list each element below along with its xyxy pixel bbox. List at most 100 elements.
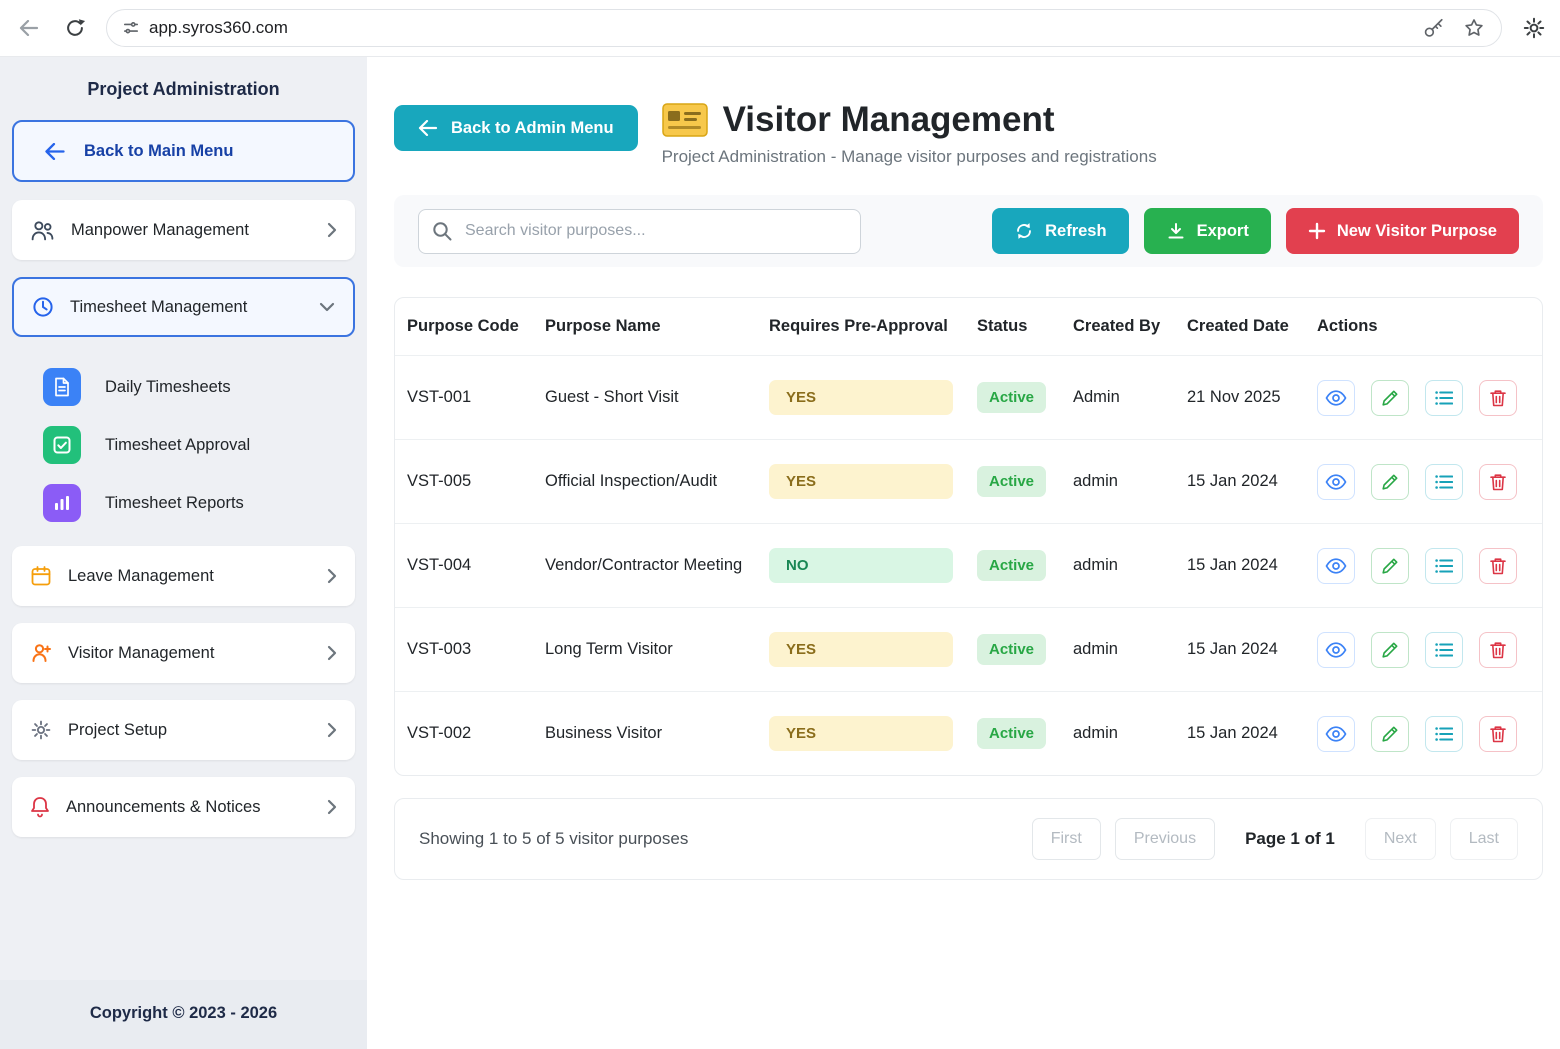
back-arrow-icon bbox=[44, 143, 66, 160]
back-to-admin-menu-button[interactable]: Back to Admin Menu bbox=[394, 105, 638, 151]
row-actions bbox=[1317, 632, 1530, 668]
table-row: VST-002 Business Visitor YES Active admi… bbox=[395, 691, 1542, 775]
export-button[interactable]: Export bbox=[1144, 208, 1271, 254]
sidebar-item-daily-timesheets[interactable]: Daily Timesheets bbox=[43, 358, 367, 416]
sidebar-item-timesheet-reports[interactable]: Timesheet Reports bbox=[43, 474, 367, 532]
chevron-right-icon bbox=[327, 568, 337, 584]
created-by-cell: admin bbox=[1073, 556, 1187, 575]
first-page-button[interactable]: First bbox=[1032, 818, 1101, 860]
details-list-button[interactable] bbox=[1425, 380, 1463, 416]
details-list-button[interactable] bbox=[1425, 716, 1463, 752]
sidebar-item-announcements-notices[interactable]: Announcements & Notices bbox=[12, 777, 355, 837]
purpose-name-cell: Business Visitor bbox=[545, 724, 769, 743]
search-icon bbox=[432, 221, 452, 241]
browser-menu-icon[interactable] bbox=[1522, 16, 1546, 40]
created-date-cell: 15 Jan 2024 bbox=[1187, 556, 1317, 575]
edit-button[interactable] bbox=[1371, 632, 1409, 668]
status-badge: Active bbox=[977, 634, 1046, 665]
sidebar-item-manpower-management[interactable]: Manpower Management bbox=[12, 200, 355, 260]
address-bar[interactable]: app.syros360.com bbox=[106, 9, 1502, 47]
view-button[interactable] bbox=[1317, 380, 1355, 416]
page-info: Page 1 of 1 bbox=[1245, 829, 1335, 849]
site-info-icon[interactable] bbox=[123, 20, 139, 36]
view-button[interactable] bbox=[1317, 548, 1355, 584]
row-actions bbox=[1317, 380, 1530, 416]
bell-icon bbox=[30, 796, 50, 818]
edit-button[interactable] bbox=[1371, 716, 1409, 752]
document-icon bbox=[43, 368, 81, 406]
delete-button[interactable] bbox=[1479, 632, 1517, 668]
export-label: Export bbox=[1197, 222, 1249, 241]
purpose-code-cell: VST-004 bbox=[407, 556, 545, 575]
browser-back-button[interactable] bbox=[14, 13, 44, 43]
trash-icon bbox=[1490, 389, 1506, 407]
view-button[interactable] bbox=[1317, 716, 1355, 752]
purpose-code-cell: VST-002 bbox=[407, 724, 545, 743]
browser-toolbar: app.syros360.com bbox=[0, 0, 1560, 57]
timesheet-submenu: Daily Timesheets Timesheet Approval Time… bbox=[0, 354, 367, 546]
page-subtitle: Project Administration - Manage visitor … bbox=[662, 147, 1157, 167]
details-list-button[interactable] bbox=[1425, 464, 1463, 500]
new-visitor-purpose-button[interactable]: New Visitor Purpose bbox=[1286, 208, 1519, 254]
delete-button[interactable] bbox=[1479, 380, 1517, 416]
row-actions bbox=[1317, 548, 1530, 584]
column-header-purpose-name: Purpose Name bbox=[545, 317, 769, 336]
back-to-main-menu-label: Back to Main Menu bbox=[84, 142, 233, 161]
bookmark-star-icon[interactable] bbox=[1463, 17, 1485, 39]
delete-button[interactable] bbox=[1479, 464, 1517, 500]
refresh-label: Refresh bbox=[1045, 222, 1106, 241]
sub-item-label: Timesheet Approval bbox=[105, 436, 250, 455]
eye-icon bbox=[1325, 642, 1347, 658]
sidebar-item-timesheet-management[interactable]: Timesheet Management bbox=[12, 277, 355, 337]
sub-item-label: Timesheet Reports bbox=[105, 494, 244, 513]
sidebar-item-project-setup[interactable]: Project Setup bbox=[12, 700, 355, 760]
list-icon bbox=[1435, 474, 1453, 490]
plus-icon bbox=[1308, 222, 1326, 240]
delete-button[interactable] bbox=[1479, 716, 1517, 752]
people-icon bbox=[30, 220, 55, 241]
column-header-created-by: Created By bbox=[1073, 317, 1187, 336]
created-by-cell: Admin bbox=[1073, 388, 1187, 407]
last-page-button[interactable]: Last bbox=[1450, 818, 1518, 860]
chevron-right-icon bbox=[327, 799, 337, 815]
new-visitor-purpose-label: New Visitor Purpose bbox=[1337, 222, 1497, 241]
view-button[interactable] bbox=[1317, 464, 1355, 500]
key-icon[interactable] bbox=[1423, 17, 1445, 39]
back-to-admin-menu-label: Back to Admin Menu bbox=[451, 119, 614, 138]
back-to-main-menu-button[interactable]: Back to Main Menu bbox=[12, 120, 355, 182]
sidebar-item-timesheet-approval[interactable]: Timesheet Approval bbox=[43, 416, 367, 474]
sidebar-item-label: Visitor Management bbox=[68, 644, 214, 663]
next-page-button[interactable]: Next bbox=[1365, 818, 1436, 860]
edit-button[interactable] bbox=[1371, 380, 1409, 416]
chevron-right-icon bbox=[327, 222, 337, 238]
status-badge: Active bbox=[977, 466, 1046, 497]
created-date-cell: 15 Jan 2024 bbox=[1187, 724, 1317, 743]
purpose-code-cell: VST-005 bbox=[407, 472, 545, 491]
table-row: VST-003 Long Term Visitor YES Active adm… bbox=[395, 607, 1542, 691]
delete-button[interactable] bbox=[1479, 548, 1517, 584]
view-button[interactable] bbox=[1317, 632, 1355, 668]
column-header-actions: Actions bbox=[1317, 317, 1530, 336]
chevron-right-icon bbox=[327, 722, 337, 738]
pre-approval-badge: YES bbox=[769, 464, 953, 499]
row-actions bbox=[1317, 464, 1530, 500]
search-input[interactable] bbox=[418, 209, 861, 254]
list-icon bbox=[1435, 642, 1453, 658]
details-list-button[interactable] bbox=[1425, 548, 1463, 584]
refresh-button[interactable]: Refresh bbox=[992, 208, 1128, 254]
purpose-name-cell: Official Inspection/Audit bbox=[545, 472, 769, 491]
page-title: Visitor Management bbox=[723, 100, 1055, 140]
sidebar-item-visitor-management[interactable]: Visitor Management bbox=[12, 623, 355, 683]
title-block: Visitor Management Project Administratio… bbox=[662, 100, 1157, 167]
edit-button[interactable] bbox=[1371, 464, 1409, 500]
details-list-button[interactable] bbox=[1425, 632, 1463, 668]
previous-page-button[interactable]: Previous bbox=[1115, 818, 1215, 860]
created-date-cell: 21 Nov 2025 bbox=[1187, 388, 1317, 407]
pencil-icon bbox=[1381, 641, 1399, 659]
edit-button[interactable] bbox=[1371, 548, 1409, 584]
list-icon bbox=[1435, 558, 1453, 574]
sidebar-item-leave-management[interactable]: Leave Management bbox=[12, 546, 355, 606]
created-by-cell: admin bbox=[1073, 724, 1187, 743]
browser-refresh-button[interactable] bbox=[60, 13, 90, 43]
sidebar: Project Administration Back to Main Menu… bbox=[0, 57, 367, 1049]
